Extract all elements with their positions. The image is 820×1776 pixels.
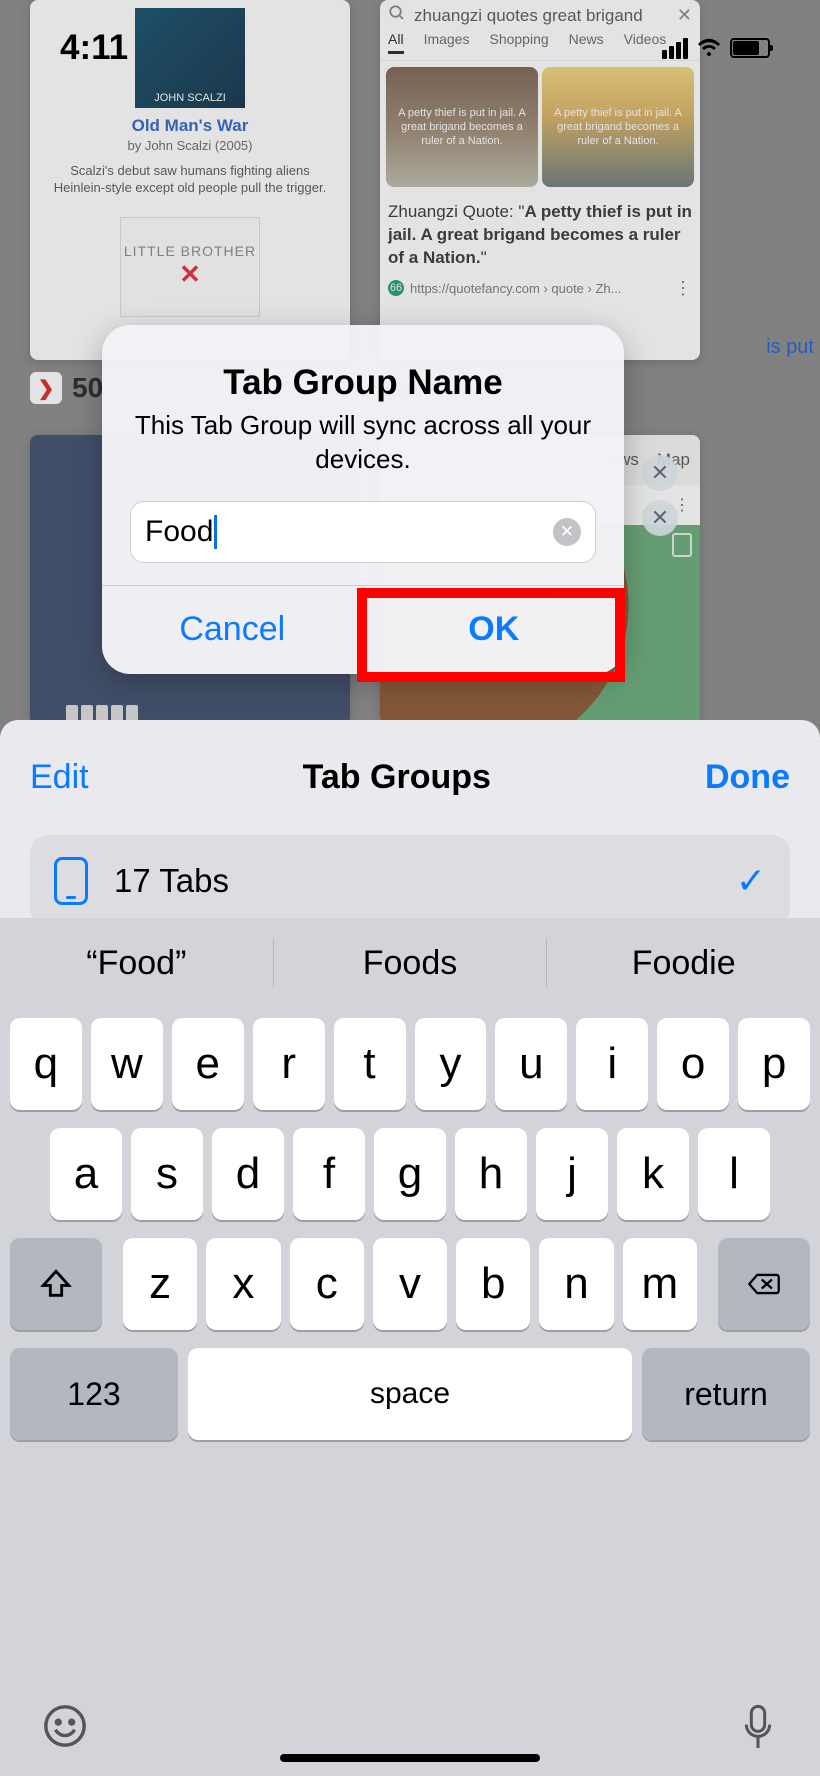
key-c[interactable]: c [290,1238,364,1330]
on-screen-keyboard: “Food” Foods Foodie qwertyuiop asdfghjkl… [0,918,820,1776]
suggestion[interactable]: “Food” [0,944,273,983]
key-t[interactable]: t [334,1018,406,1110]
edit-button[interactable]: Edit [30,758,89,797]
quicktype-suggestions: “Food” Foods Foodie [0,918,820,1008]
key-q[interactable]: q [10,1018,82,1110]
key-p[interactable]: p [738,1018,810,1110]
space-key[interactable]: space [188,1348,632,1440]
key-z[interactable]: z [123,1238,197,1330]
wifi-icon [696,38,722,58]
tab-count-label: 17 Tabs [114,862,710,900]
key-e[interactable]: e [172,1018,244,1110]
key-j[interactable]: j [536,1128,608,1220]
key-s[interactable]: s [131,1128,203,1220]
key-x[interactable]: x [206,1238,280,1330]
cancel-button[interactable]: Cancel [102,586,364,674]
key-d[interactable]: d [212,1128,284,1220]
device-icon [54,857,88,905]
key-v[interactable]: v [373,1238,447,1330]
alert-title: Tab Group Name [102,325,624,409]
key-a[interactable]: a [50,1128,122,1220]
alert-message: This Tab Group will sync across all your… [102,409,624,501]
tab-groups-list: 17 Tabs ✓ [30,835,790,927]
return-key[interactable]: return [642,1348,810,1440]
suggestion[interactable]: Foodie [547,944,820,983]
status-bar: 4:11 [0,28,820,68]
tab-group-name-alert: Tab Group Name This Tab Group will sync … [102,325,624,674]
numbers-key[interactable]: 123 [10,1348,178,1440]
key-u[interactable]: u [495,1018,567,1110]
battery-icon [730,38,770,58]
tab-group-row[interactable]: 17 Tabs ✓ [30,835,790,927]
dictation-key[interactable] [738,1703,778,1758]
clear-text-button[interactable]: ✕ [553,518,581,546]
key-b[interactable]: b [456,1238,530,1330]
key-l[interactable]: l [698,1128,770,1220]
key-i[interactable]: i [576,1018,648,1110]
key-m[interactable]: m [623,1238,697,1330]
key-w[interactable]: w [91,1018,163,1110]
done-button[interactable]: Done [705,758,790,797]
text-caret [214,515,217,549]
suggestion[interactable]: Foods [274,944,547,983]
key-o[interactable]: o [657,1018,729,1110]
key-r[interactable]: r [253,1018,325,1110]
key-h[interactable]: h [455,1128,527,1220]
checkmark-icon: ✓ [736,860,766,902]
cellular-signal-icon [662,38,688,59]
sheet-title: Tab Groups [303,758,491,797]
key-k[interactable]: k [617,1128,689,1220]
key-y[interactable]: y [415,1018,487,1110]
key-f[interactable]: f [293,1128,365,1220]
key-g[interactable]: g [374,1128,446,1220]
backspace-key[interactable] [718,1238,810,1330]
home-indicator[interactable] [280,1754,540,1762]
clock: 4:11 [60,28,128,68]
tab-group-name-input[interactable]: Food ✕ [130,501,596,563]
ok-button[interactable]: OK [364,586,625,674]
emoji-key[interactable] [42,1703,88,1758]
shift-key[interactable] [10,1238,102,1330]
key-n[interactable]: n [539,1238,613,1330]
